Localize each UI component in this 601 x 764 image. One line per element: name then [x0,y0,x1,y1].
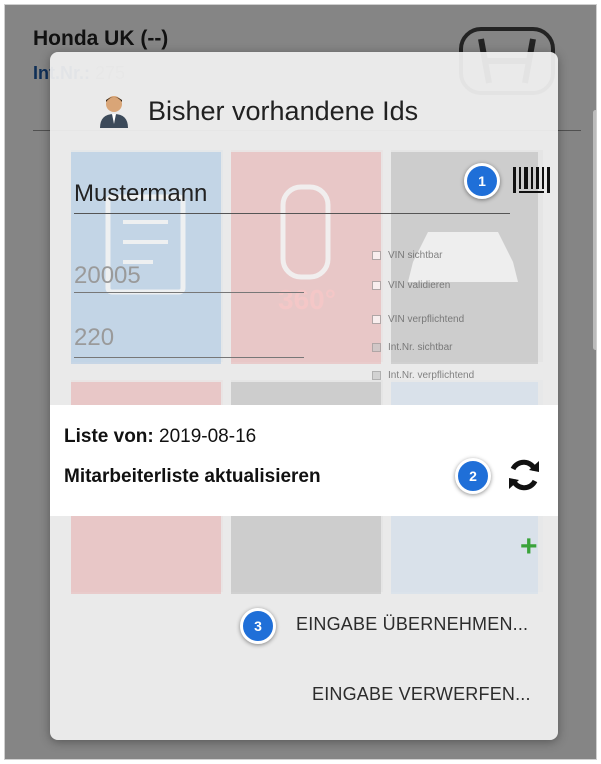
list-date-row: Liste von: 2019-08-16 [64,426,256,448]
checkbox-box [372,371,381,380]
accept-input-button[interactable]: EINGABE ÜBERNEHMEN... [296,614,528,635]
step-badge-1: 1 [464,163,500,199]
checkbox-box [372,315,381,324]
id-input-1[interactable]: 20005 [74,262,141,290]
checkbox-box [372,281,381,290]
ids-dialog: 360° Bisher vorhandene Ids Mustermann 1 … [50,52,558,740]
discard-input-button[interactable]: EINGABE VERWERFEN... [312,684,531,705]
checkbox-vin-sichtbar[interactable]: VIN sichtbar [372,250,442,261]
checkbox-label: Int.Nr. sichtbar [388,342,453,353]
checkbox-box [372,251,381,260]
plus-icon[interactable]: + [520,532,538,562]
checkbox-label: VIN verpflichtend [388,314,465,325]
tile-360-label: 360° [278,284,336,315]
user-icon [100,96,128,128]
refresh-icon[interactable] [505,456,543,494]
barcode-icon[interactable] [513,165,551,195]
checkbox-vin-verpflichtend[interactable]: VIN verpflichtend [372,314,464,325]
id-input-2[interactable]: 220 [74,324,114,352]
dialog-title: Bisher vorhandene Ids [148,96,419,126]
id-input-2-underline [74,357,304,358]
step-badge-2: 2 [455,458,491,494]
id-input-1-underline [74,292,304,293]
refresh-list-label[interactable]: Mitarbeiterliste aktualisieren [64,466,321,488]
list-date-value: 2019-08-16 [159,426,257,447]
name-input[interactable]: Mustermann [74,180,207,208]
checkbox-label: VIN validieren [388,280,451,291]
checkbox-label: VIN sichtbar [388,250,443,261]
scrollbar[interactable] [593,110,596,350]
checkbox-vin-validieren[interactable]: VIN validieren [372,280,450,291]
checkbox-intnr-sichtbar[interactable]: Int.Nr. sichtbar [372,342,452,353]
checkbox-intnr-verpflichtend[interactable]: Int.Nr. verpflichtend [372,370,474,381]
name-input-underline [74,213,510,214]
checkbox-box [372,343,381,352]
list-date-label: Liste von: [64,426,154,447]
checkbox-label: Int.Nr. verpflichtend [388,370,475,381]
screenshot-frame: Honda UK (--) Int.Nr.: 275 [4,4,597,760]
step-badge-3: 3 [240,608,276,644]
